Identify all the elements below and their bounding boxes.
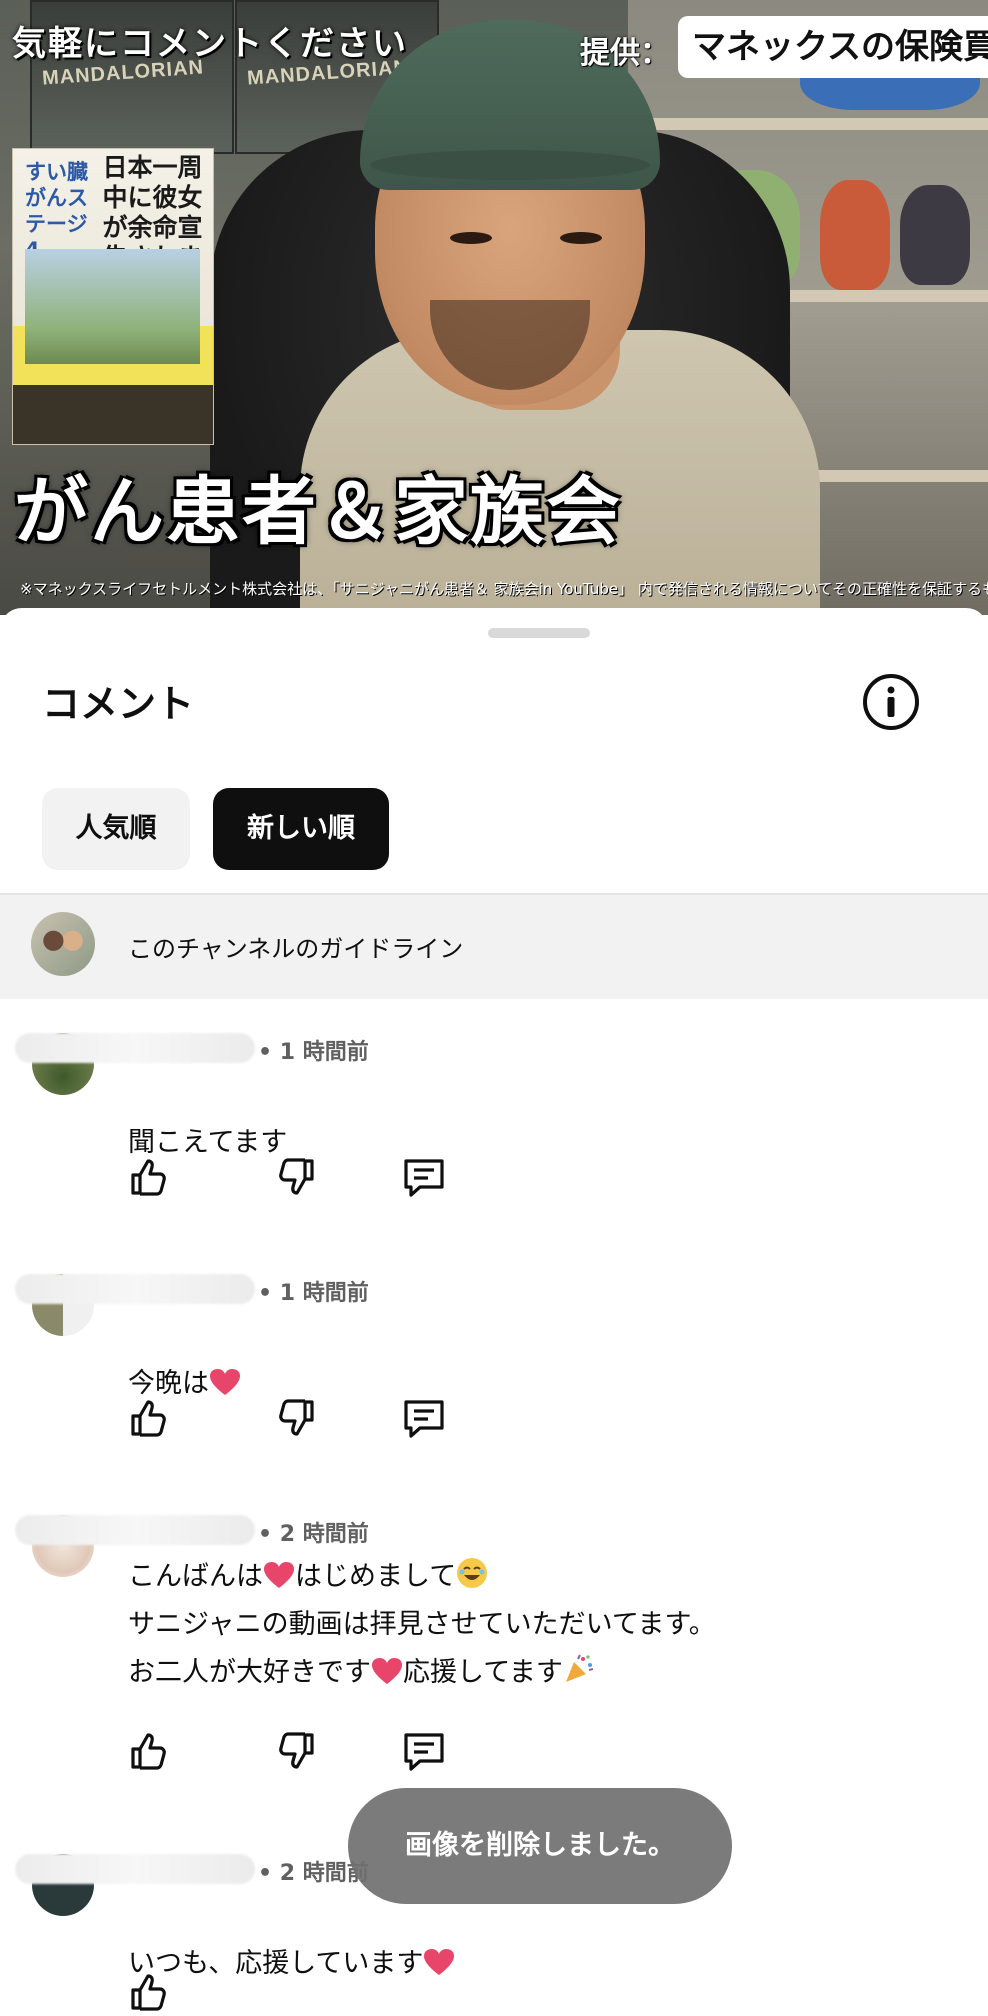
- cap-brim: [370, 150, 650, 180]
- comment-text-segment: お二人が大好きです: [128, 1657, 371, 1688]
- reply-icon[interactable]: [400, 1727, 448, 1775]
- reply-icon[interactable]: [400, 1394, 448, 1442]
- overlay-sponsor-label: 提供：: [580, 36, 670, 71]
- info-icon[interactable]: [862, 673, 920, 731]
- thumbs-down-icon[interactable]: [272, 1394, 320, 1442]
- thumbs-down-icon[interactable]: [272, 1727, 320, 1775]
- reply-icon[interactable]: [400, 1153, 448, 1201]
- comment-text: いつも、応援しています: [128, 1892, 455, 1988]
- comment-timestamp: • 1 時間前: [258, 1281, 369, 1306]
- overlay-disclaimer: ※マネックスライフセトルメント株式会社は、「サニジャニがん患者＆ 家族会in Y…: [20, 580, 988, 598]
- thumbs-up-icon[interactable]: [125, 1968, 173, 2016]
- overlay-caption: がん患者＆家族会: [14, 469, 622, 555]
- channel-avatar: [31, 912, 95, 976]
- comment-item: • 1 時間前 今晩は: [0, 1266, 988, 1466]
- figure-toy: [820, 180, 890, 290]
- sort-chip-newest[interactable]: 新しい順: [213, 788, 389, 870]
- comment-author-redacted: [15, 1274, 255, 1304]
- comment-timestamp: • 2 時間前: [258, 1522, 369, 1547]
- book-photo: [25, 249, 200, 364]
- comment-text-segment: はじめまして: [295, 1561, 457, 1592]
- heart-emoji-icon: [424, 1949, 455, 1975]
- comment-timestamp: • 1 時間前: [258, 1040, 369, 1065]
- person-eye: [560, 232, 602, 244]
- sheet-title: コメント: [42, 682, 195, 726]
- overlay-comment-prompt: 気軽にコメントください: [12, 24, 408, 64]
- comment-item: • 1 時間前 聞こえてます: [0, 1025, 988, 1225]
- person-eye: [450, 232, 492, 244]
- book-title-left: すい臓がんステージ4: [25, 160, 88, 262]
- comment-author-redacted: [15, 1515, 255, 1545]
- sort-chip-popular[interactable]: 人気順: [42, 788, 190, 870]
- comment-text: こんばんは はじめまして サニジャニの動画は拝見させていただいてます。 お二人が大好き…: [128, 1553, 716, 1697]
- book-cover: すい臓がんステージ4 日本一周中に彼女が余命宣告されました。: [12, 148, 214, 445]
- shelf: [648, 118, 988, 130]
- thumbs-up-icon[interactable]: [125, 1153, 173, 1201]
- thumbs-down-icon[interactable]: [272, 1153, 320, 1201]
- video-player[interactable]: MANDALORIAN MANDALORIAN すい臓がんステージ4 日本一周中…: [0, 0, 988, 615]
- party-popper-emoji-icon: [565, 1654, 594, 1682]
- comment-item: • 2 時間前 こんばんは はじめましてサニジャニの動画は拝見させていただいてます…: [0, 1507, 988, 1797]
- comment-text-segment: 応援してます: [403, 1657, 563, 1688]
- comment-text-segment: こんばんは: [128, 1561, 263, 1592]
- figure-toy: [900, 185, 970, 285]
- laughing-emoji-icon: [457, 1558, 488, 1588]
- comment-text-line: こんばんは はじめまして: [128, 1553, 716, 1601]
- heart-emoji-icon: [210, 1369, 240, 1395]
- toast-notification: 画像を削除しました。: [348, 1788, 732, 1904]
- drag-handle[interactable]: [488, 628, 590, 638]
- overlay-sponsor-name: マネックスの保険買: [678, 16, 988, 78]
- channel-guidelines-label: このチャンネルのガイドライン: [128, 935, 464, 963]
- thumbs-up-icon[interactable]: [125, 1394, 173, 1442]
- heart-emoji-icon: [372, 1658, 402, 1684]
- comment-author-redacted: [15, 1033, 255, 1063]
- thumbs-up-icon[interactable]: [125, 1727, 173, 1775]
- channel-guidelines-row[interactable]: このチャンネルのガイドライン: [0, 895, 988, 999]
- heart-emoji-icon: [264, 1562, 294, 1588]
- comment-text-segment: サニジャニの動画は拝見させていただいてます。: [128, 1609, 716, 1640]
- comment-text-line: サニジャニの動画は拝見させていただいてます。: [128, 1601, 716, 1649]
- comment-author-redacted: [15, 1854, 255, 1884]
- comment-text-line: お二人が大好きです 応援してます: [128, 1649, 716, 1697]
